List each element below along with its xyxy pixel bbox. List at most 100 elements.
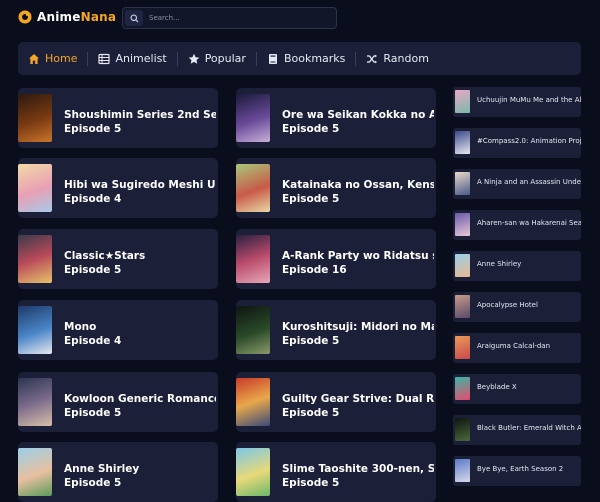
sidebar-anime-title: Beyblade X	[477, 383, 517, 391]
home-icon	[29, 53, 39, 64]
site-logo[interactable]: AnimeNana	[18, 10, 116, 24]
logo-icon	[18, 10, 32, 24]
sidebar-anime-item[interactable]: Anne Shirley	[453, 251, 581, 281]
episode-card[interactable]: Guilty Gear Strive: Dual Rulers Episode …	[236, 372, 436, 432]
episode-poster	[236, 164, 270, 212]
nav-home-label: Home	[45, 52, 78, 65]
episode-number: Episode 5	[64, 123, 122, 135]
search-icon	[129, 13, 139, 23]
anime-title: Shoushimin Series 2nd Season	[64, 109, 216, 121]
episode-number: Episode 5	[64, 477, 122, 489]
nav-animelist-label: Animelist	[115, 52, 167, 65]
top-bar: AnimeNana	[0, 0, 600, 38]
episode-poster	[18, 306, 52, 354]
sidebar-anime-title: Apocalypse Hotel	[477, 301, 538, 309]
search-button[interactable]	[125, 10, 143, 26]
sidebar-poster	[455, 295, 470, 318]
sidebar-anime-title: A Ninja and an Assassin Under One Roof	[477, 178, 581, 186]
anime-title: A-Rank Party wo Ridatsu shita Ore wa	[282, 250, 434, 262]
episode-number: Episode 5	[282, 123, 340, 135]
episode-number: Episode 5	[282, 407, 340, 419]
sidebar-anime-title: Araiguma Calcal-dan	[477, 342, 551, 350]
anime-title: Ore wa Seikan Kokka no Akutoku Ryoushu!	[282, 109, 434, 121]
anime-title: Kowloon Generic Romance	[64, 393, 216, 405]
logo-text-accent: Nana	[80, 10, 117, 24]
sidebar-anime-item[interactable]: Aharen-san wa Hakarenai Season 2	[453, 210, 581, 240]
anime-title: Slime Taoshite 300-nen, Shiranai Uchi ni	[282, 463, 434, 475]
episode-poster	[236, 94, 270, 142]
episode-number: Episode 4	[64, 193, 122, 205]
sidebar-poster	[455, 459, 470, 482]
star-icon	[188, 53, 199, 64]
episode-number: Episode 5	[282, 193, 340, 205]
sidebar-anime-title: #Compass2.0: Animation Project	[477, 137, 581, 145]
episode-number: Episode 4	[64, 335, 122, 347]
nav-animelist[interactable]: Animelist	[88, 42, 176, 75]
episode-card[interactable]: Kuroshitsuji: Midori no Majo-hen Episode…	[236, 300, 436, 360]
episode-number: Episode 16	[282, 264, 347, 276]
nav-popular-label: Popular	[204, 52, 246, 65]
book-icon	[268, 53, 277, 64]
episode-number: Episode 5	[64, 407, 122, 419]
sidebar-poster	[455, 90, 470, 113]
episode-card[interactable]: Slime Taoshite 300-nen, Shiranai Uchi ni…	[236, 442, 436, 502]
episode-poster	[18, 235, 52, 283]
sidebar-anime-item[interactable]: A Ninja and an Assassin Under One Roof	[453, 169, 581, 199]
sidebar-poster	[455, 172, 470, 195]
episode-poster	[18, 378, 52, 426]
sidebar-anime-title: Anne Shirley	[477, 260, 522, 268]
anime-title: Guilty Gear Strive: Dual Rulers	[282, 393, 434, 405]
sidebar-poster	[455, 418, 470, 441]
anime-title: Anne Shirley	[64, 463, 140, 475]
sidebar-anime-title: Uchuujin MuMu Me and the Alien	[477, 96, 581, 104]
search-input[interactable]	[149, 10, 329, 26]
sidebar-poster	[455, 213, 470, 236]
episode-poster	[18, 164, 52, 212]
nav-random-label: Random	[383, 52, 429, 65]
episode-card[interactable]: Shoushimin Series 2nd Season Episode 5	[18, 88, 218, 148]
nav-bookmarks[interactable]: Bookmarks	[257, 42, 355, 75]
episode-card[interactable]: Anne Shirley Episode 5	[18, 442, 218, 502]
episode-poster	[236, 306, 270, 354]
shuffle-icon	[367, 54, 378, 63]
episode-poster	[18, 94, 52, 142]
episode-poster	[236, 378, 270, 426]
logo-text-main: Anime	[37, 10, 81, 24]
sidebar-poster	[455, 377, 470, 400]
list-icon	[98, 53, 111, 64]
episode-card[interactable]: Katainaka no Ossan, Kensei ni Naru Episo…	[236, 158, 436, 218]
sidebar-anime-title: Black Butler: Emerald Witch Arc	[477, 424, 581, 432]
nav-popular[interactable]: Popular	[178, 42, 256, 75]
nav-random[interactable]: Random	[356, 42, 439, 75]
sidebar-anime-item[interactable]: Apocalypse Hotel	[453, 292, 581, 322]
sidebar-anime-title: Bye Bye, Earth Season 2	[477, 465, 564, 473]
episode-number: Episode 5	[282, 477, 340, 489]
sidebar-anime-item[interactable]: #Compass2.0: Animation Project	[453, 128, 581, 158]
sidebar-anime-item[interactable]: Black Butler: Emerald Witch Arc	[453, 415, 581, 445]
episode-card[interactable]: Ore wa Seikan Kokka no Akutoku Ryoushu! …	[236, 88, 436, 148]
sidebar-poster	[455, 131, 470, 154]
sidebar-anime-item[interactable]: Uchuujin MuMu Me and the Alien	[453, 87, 581, 117]
episode-poster	[18, 448, 52, 496]
sidebar-anime-item[interactable]: Beyblade X	[453, 374, 581, 404]
search-bar	[122, 7, 337, 29]
anime-title: Katainaka no Ossan, Kensei ni Naru	[282, 179, 434, 191]
anime-title: Mono	[64, 321, 97, 333]
sidebar-poster	[455, 254, 470, 277]
anime-title: Kuroshitsuji: Midori no Majo-hen	[282, 321, 434, 333]
episode-card[interactable]: Kowloon Generic Romance Episode 5	[18, 372, 218, 432]
episode-card[interactable]: Classic★Stars Episode 5	[18, 229, 218, 289]
episode-poster	[236, 448, 270, 496]
episode-card[interactable]: A-Rank Party wo Ridatsu shita Ore wa Epi…	[236, 229, 436, 289]
anime-title: Classic★Stars	[64, 250, 146, 262]
sidebar-anime-title: Aharen-san wa Hakarenai Season 2	[477, 219, 581, 227]
episode-card[interactable]: Hibi wa Sugiredo Meshi Umashi Episode 4	[18, 158, 218, 218]
nav-bookmarks-label: Bookmarks	[283, 52, 346, 65]
episode-number: Episode 5	[282, 335, 340, 347]
sidebar-anime-item[interactable]: Araiguma Calcal-dan	[453, 333, 581, 363]
sidebar-anime-item[interactable]: Bye Bye, Earth Season 2	[453, 456, 581, 486]
anime-title: Hibi wa Sugiredo Meshi Umashi	[64, 179, 216, 191]
main-nav: Home Animelist Popular Bookmarks Random	[18, 42, 581, 75]
episode-card[interactable]: Mono Episode 4	[18, 300, 218, 360]
nav-home[interactable]: Home	[18, 42, 87, 75]
